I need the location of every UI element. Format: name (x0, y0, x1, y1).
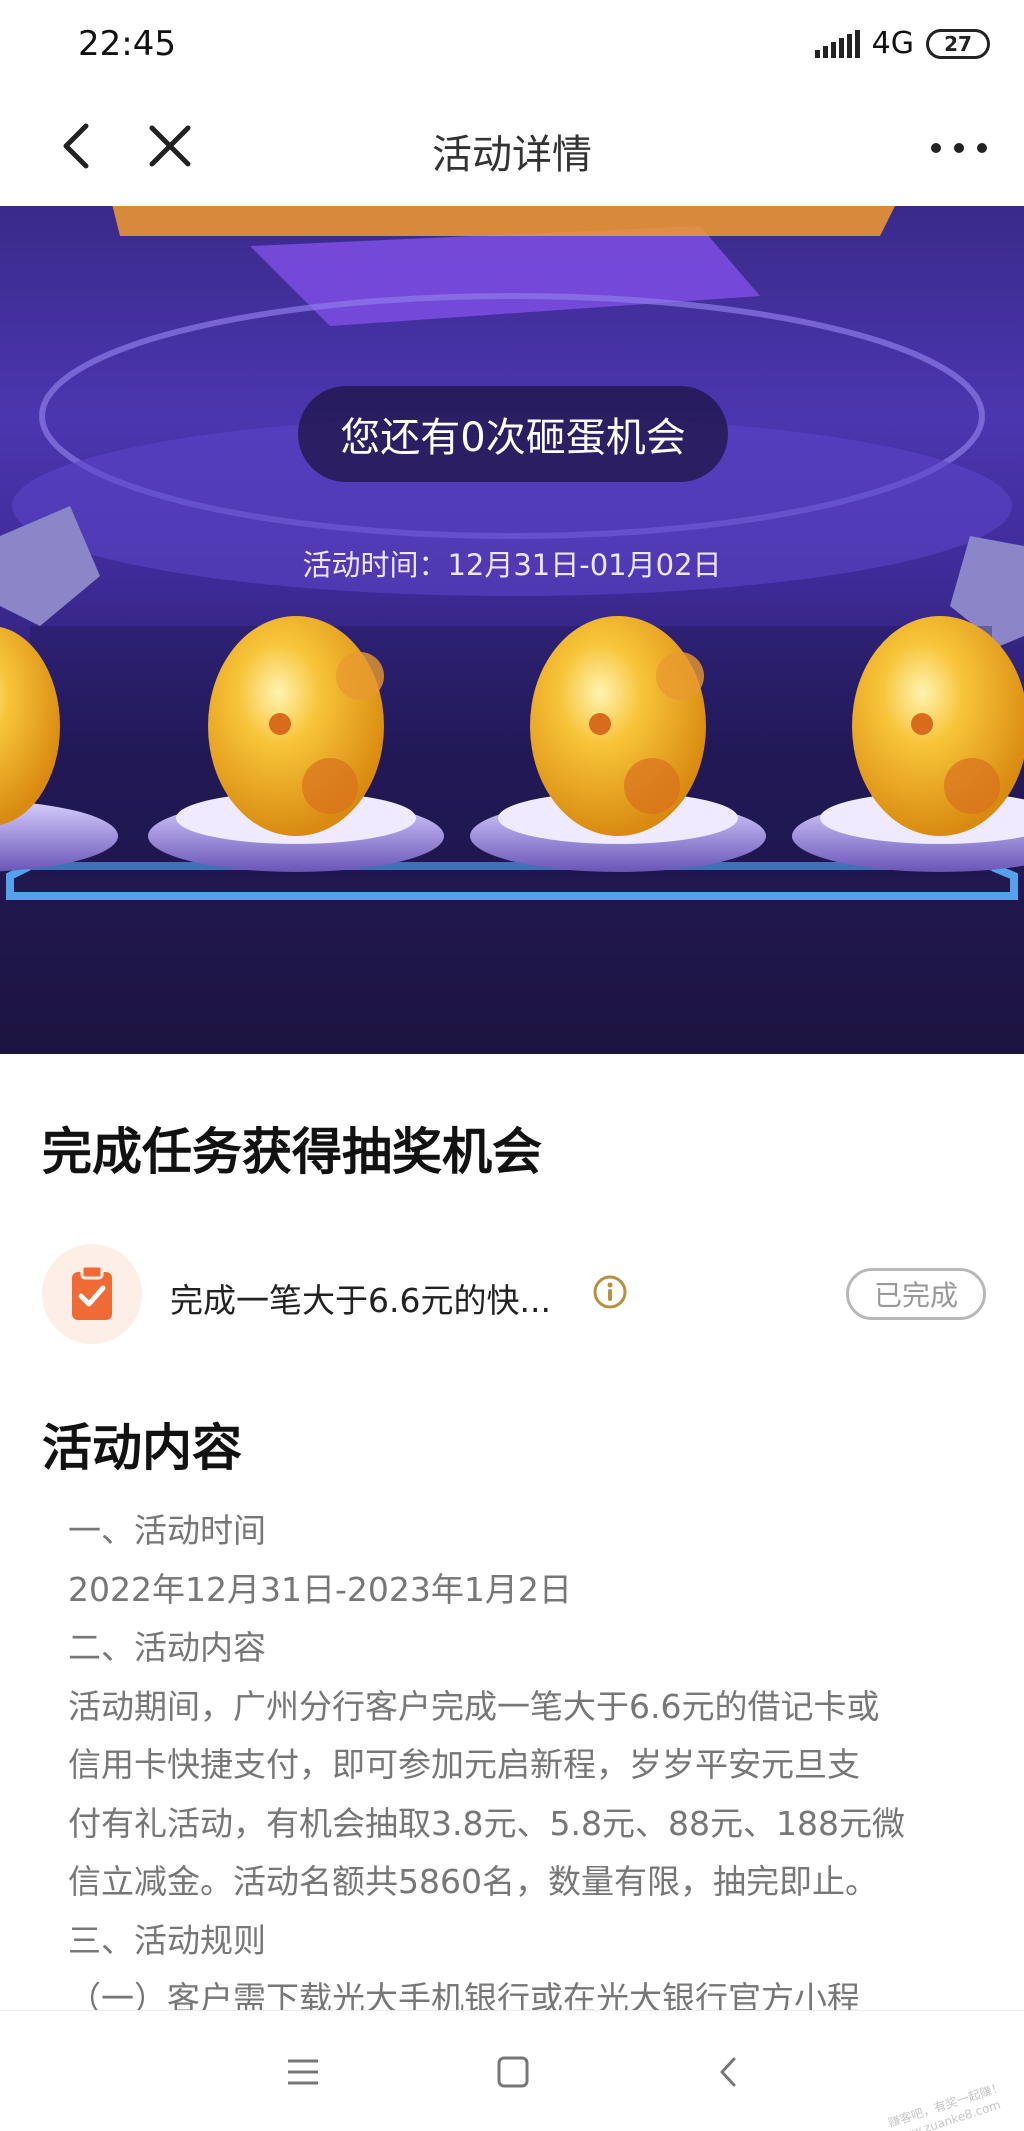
content-line: 付有礼活动，有机会抽取3.8元、5.8元、88元、188元微 (68, 1803, 905, 1843)
chance-count-label: 您还有0次砸蛋机会 (298, 386, 728, 482)
more-dots-icon[interactable] (924, 128, 994, 168)
activity-time-label: 活动时间：12月31日-01月02日 (302, 548, 722, 582)
content-line: 信用卡快捷支付，即可参加元启新程，岁岁平安元旦支 (68, 1745, 860, 1784)
content-line: 活动期间，广州分行客户完成一笔大于6.6元的借记卡或 (68, 1686, 880, 1726)
status-indicators: 4G 27 (814, 26, 990, 61)
content-line: 信立减金。活动名额共5860名，数量有限，抽完即止。 (68, 1862, 878, 1901)
back-icon[interactable] (704, 2047, 754, 2097)
network-type: 4G (871, 26, 914, 61)
content-line: 2022年12月31日-2023年1月2日 (68, 1569, 572, 1609)
status-time: 22:45 (78, 24, 176, 64)
tasks-title: 完成任务获得抽奖机会 (42, 1123, 542, 1181)
info-icon[interactable] (592, 1274, 628, 1310)
task-label: 完成一笔大于6.6元的快... (170, 1281, 551, 1320)
task-icon-bg (42, 1244, 142, 1344)
content-line: 二、活动内容 (68, 1628, 266, 1667)
watermark: 赚客吧，有奖一起赚！ www.zuanke8.com (886, 2076, 1020, 2131)
home-icon[interactable] (488, 2047, 538, 2097)
status-bar: 22:45 4G 27 (0, 0, 1024, 92)
battery-icon: 27 (926, 28, 990, 59)
system-nav-bar: 赚客吧，有奖一起赚！ www.zuanke8.com (0, 2010, 1024, 2131)
clipboard-check-icon (72, 1264, 112, 1320)
content-title: 活动内容 (42, 1419, 242, 1477)
page-title: 活动详情 (432, 132, 592, 178)
nav-bar: 活动详情 (0, 92, 1024, 206)
content-body: 一、活动时间 2022年12月31日-2023年1月2日 二、活动内容 活动期间… (68, 1502, 968, 2029)
task-row[interactable]: 完成一笔大于6.6元的快... 已完成 (42, 1244, 986, 1344)
egg-stage-illustration (0, 206, 1024, 900)
egg-game-banner: 您还有0次砸蛋机会 活动时间：12月31日-01月02日 (0, 206, 1024, 1054)
task-status-badge[interactable]: 已完成 (846, 1268, 986, 1320)
menu-icon[interactable] (278, 2047, 328, 2097)
content-line: 三、活动规则 (68, 1920, 266, 1960)
signal-icon (814, 29, 860, 58)
battery-level: 27 (944, 31, 972, 56)
content-line: 一、活动时间 (68, 1511, 266, 1550)
